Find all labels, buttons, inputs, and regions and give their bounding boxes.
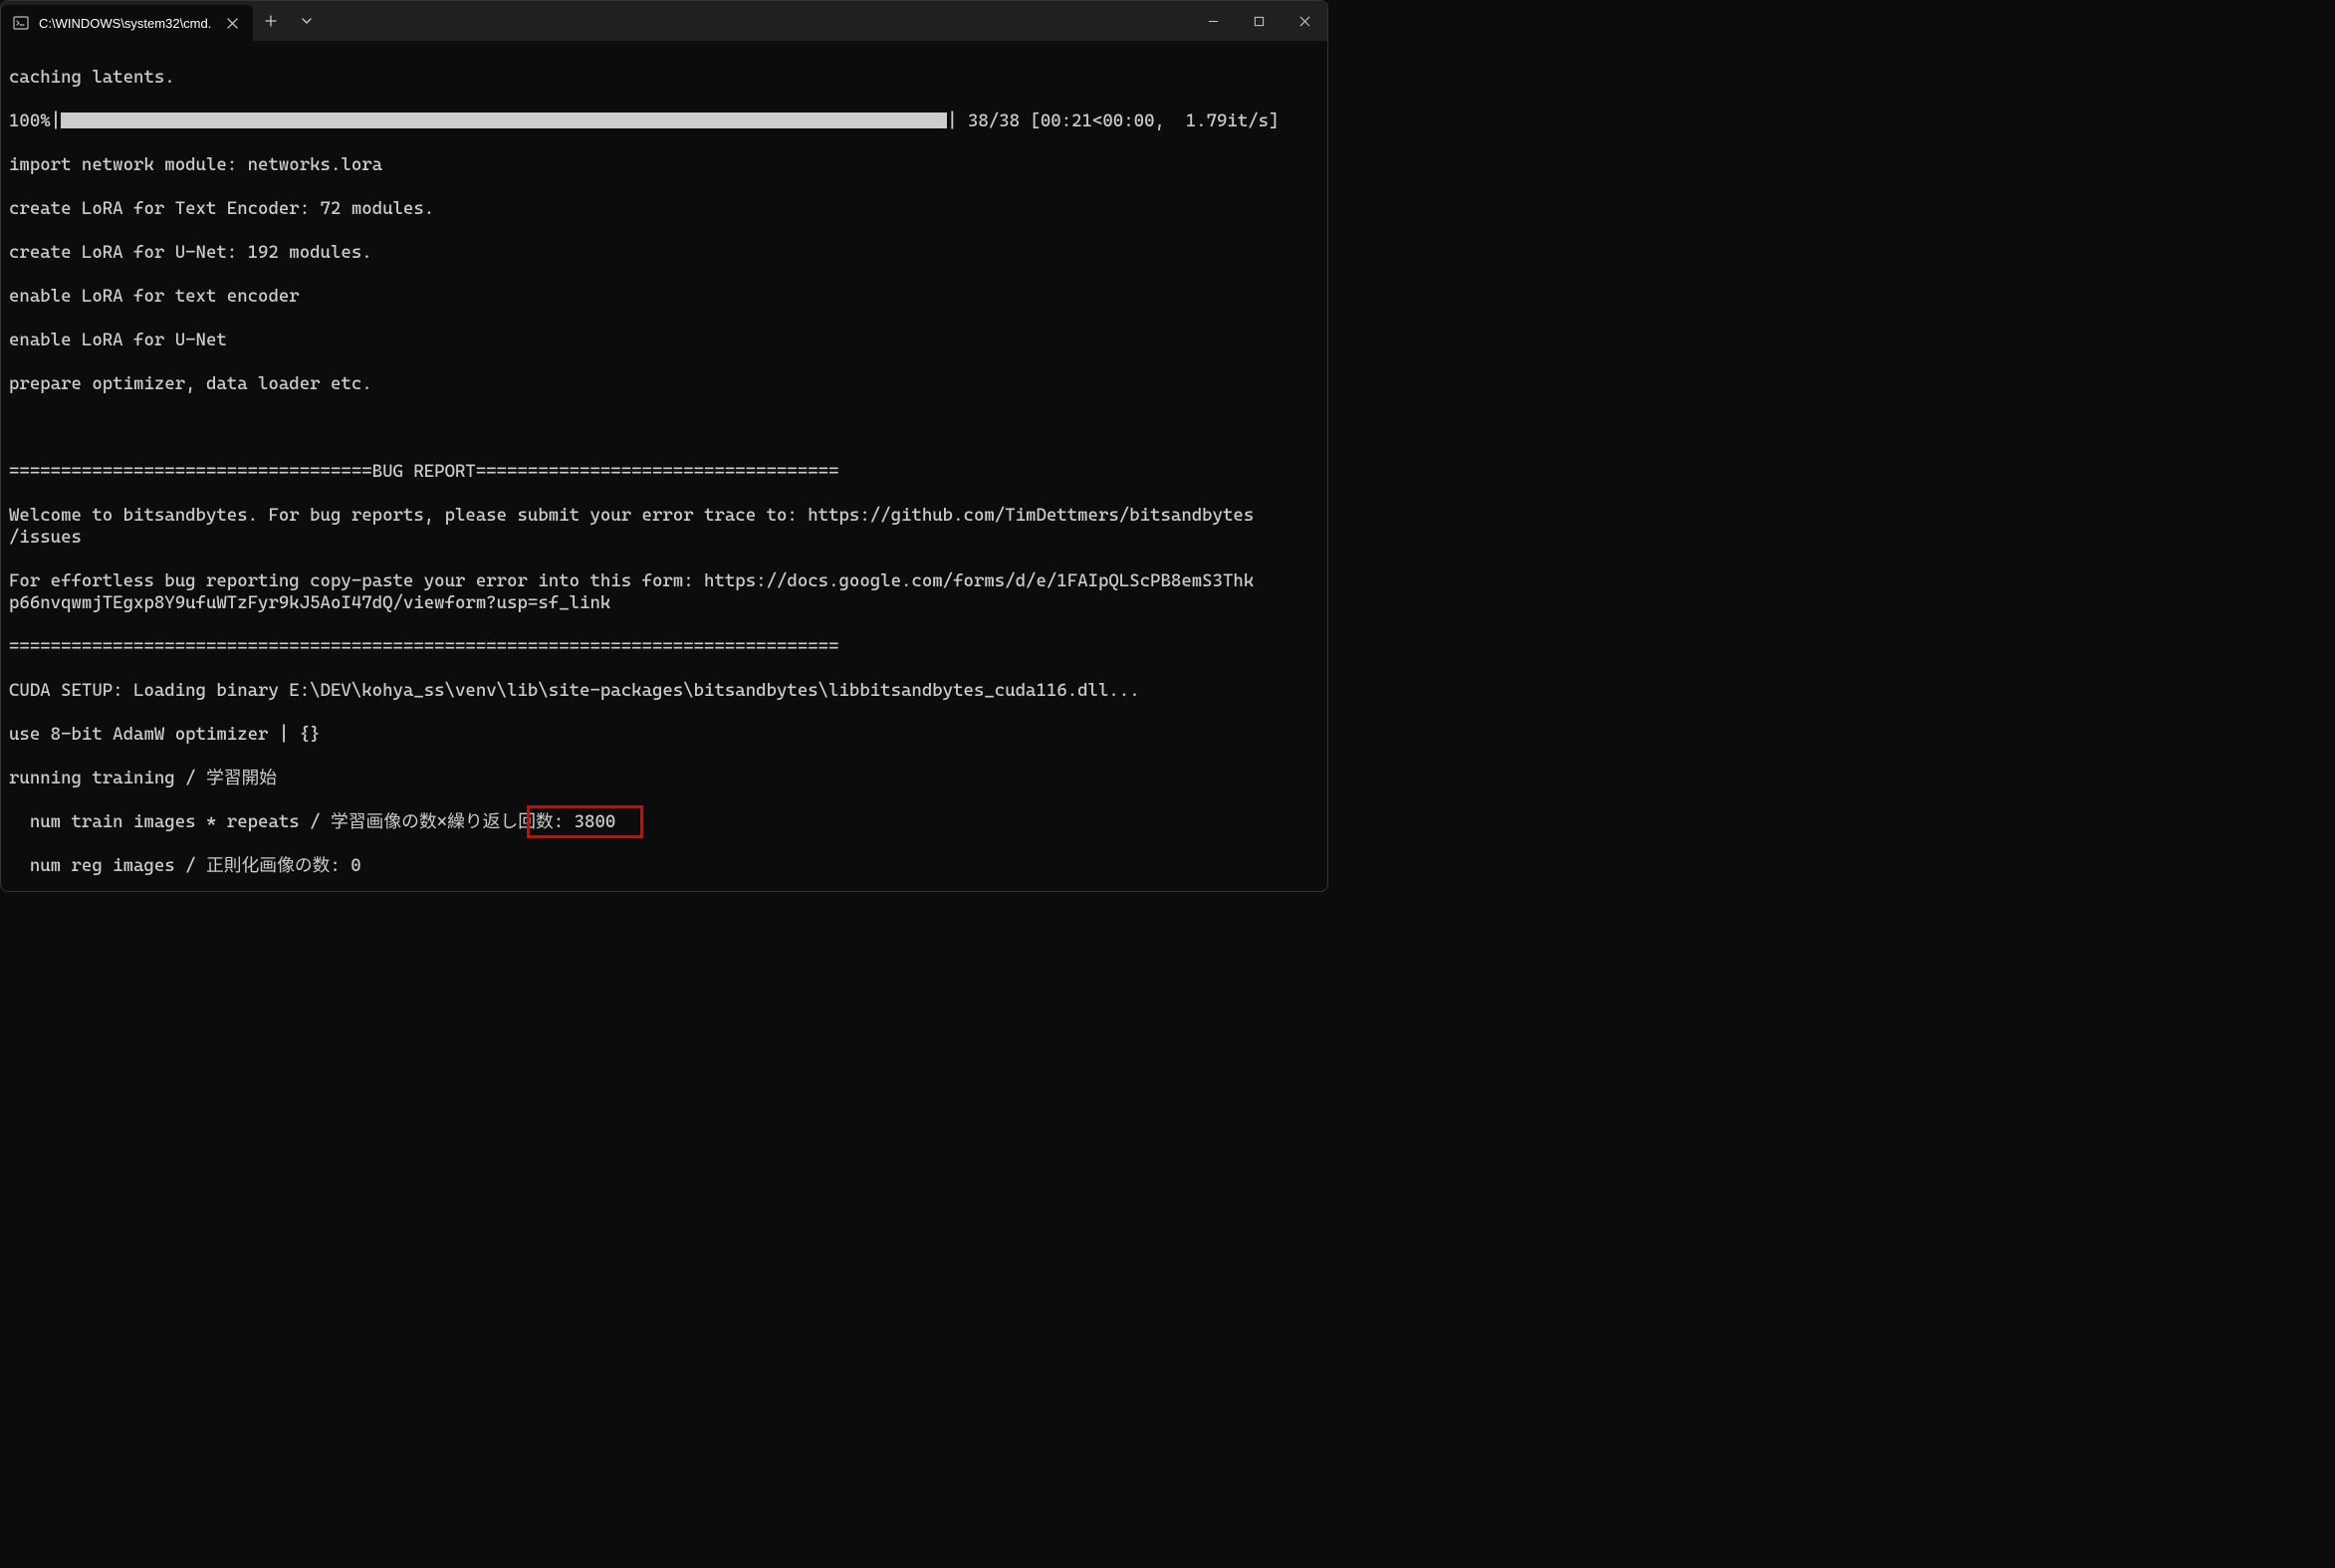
output-line: import network module: networks.lora	[9, 154, 1319, 176]
output-line: caching latents.	[9, 67, 1319, 89]
output-line: create LoRA for U-Net: 192 modules.	[9, 242, 1319, 264]
output-line: ===================================BUG R…	[9, 461, 1319, 483]
progress-fill	[61, 112, 947, 128]
cmd-icon	[13, 15, 29, 31]
new-tab-button[interactable]	[253, 1, 289, 41]
cfg-train-images-label: num train images * repeats / 学習画像の数×繰り返し…	[30, 811, 575, 832]
titlebar: C:\WINDOWS\system32\cmd.	[1, 1, 1327, 41]
close-button[interactable]	[1282, 1, 1327, 41]
terminal-window: C:\WINDOWS\system32\cmd.	[0, 0, 1328, 892]
progress-percent: 100%	[9, 111, 51, 131]
output-line: create LoRA for Text Encoder: 72 modules…	[9, 198, 1319, 220]
output-line: use 8-bit AdamW optimizer | {}	[9, 724, 1319, 746]
output-line: enable LoRA for U-Net	[9, 330, 1319, 351]
minimize-button[interactable]	[1190, 1, 1236, 41]
output-line: enable LoRA for text encoder	[9, 286, 1319, 308]
tab-title: C:\WINDOWS\system32\cmd.	[39, 16, 211, 31]
cfg-reg-images: num reg images / 正則化画像の数: 0	[30, 855, 361, 876]
output-line: num reg images / 正則化画像の数: 0	[9, 855, 1319, 877]
progress-stats: 38/38 [00:21<00:00, 1.79it/s]	[958, 111, 1280, 131]
output-line: running training / 学習開始	[9, 768, 1319, 789]
output-line: CUDA SETUP: Loading binary E:\DEV\kohya_…	[9, 680, 1319, 702]
tab-active[interactable]: C:\WINDOWS\system32\cmd.	[1, 5, 253, 41]
output-line: For effortless bug reporting copy-paste …	[9, 570, 1319, 614]
tab-dropdown-button[interactable]	[289, 1, 325, 41]
output-line: ========================================…	[9, 636, 1319, 658]
output-line	[9, 417, 1319, 439]
progress-bar-line: 100%|| 38/38 [00:21<00:00, 1.79it/s]	[9, 111, 1319, 132]
cfg-train-images-value: 3800	[575, 811, 616, 832]
terminal-output[interactable]: caching latents. 100%|| 38/38 [00:21<00:…	[1, 41, 1327, 891]
output-line: prepare optimizer, data loader etc.	[9, 373, 1319, 395]
window-controls	[1190, 1, 1327, 41]
output-line: Welcome to bitsandbytes. For bug reports…	[9, 505, 1319, 549]
titlebar-drag-region[interactable]	[325, 1, 1190, 41]
output-line: num train images * repeats / 学習画像の数×繰り返し…	[9, 811, 1319, 833]
maximize-button[interactable]	[1236, 1, 1282, 41]
tab-close-button[interactable]	[221, 12, 243, 34]
